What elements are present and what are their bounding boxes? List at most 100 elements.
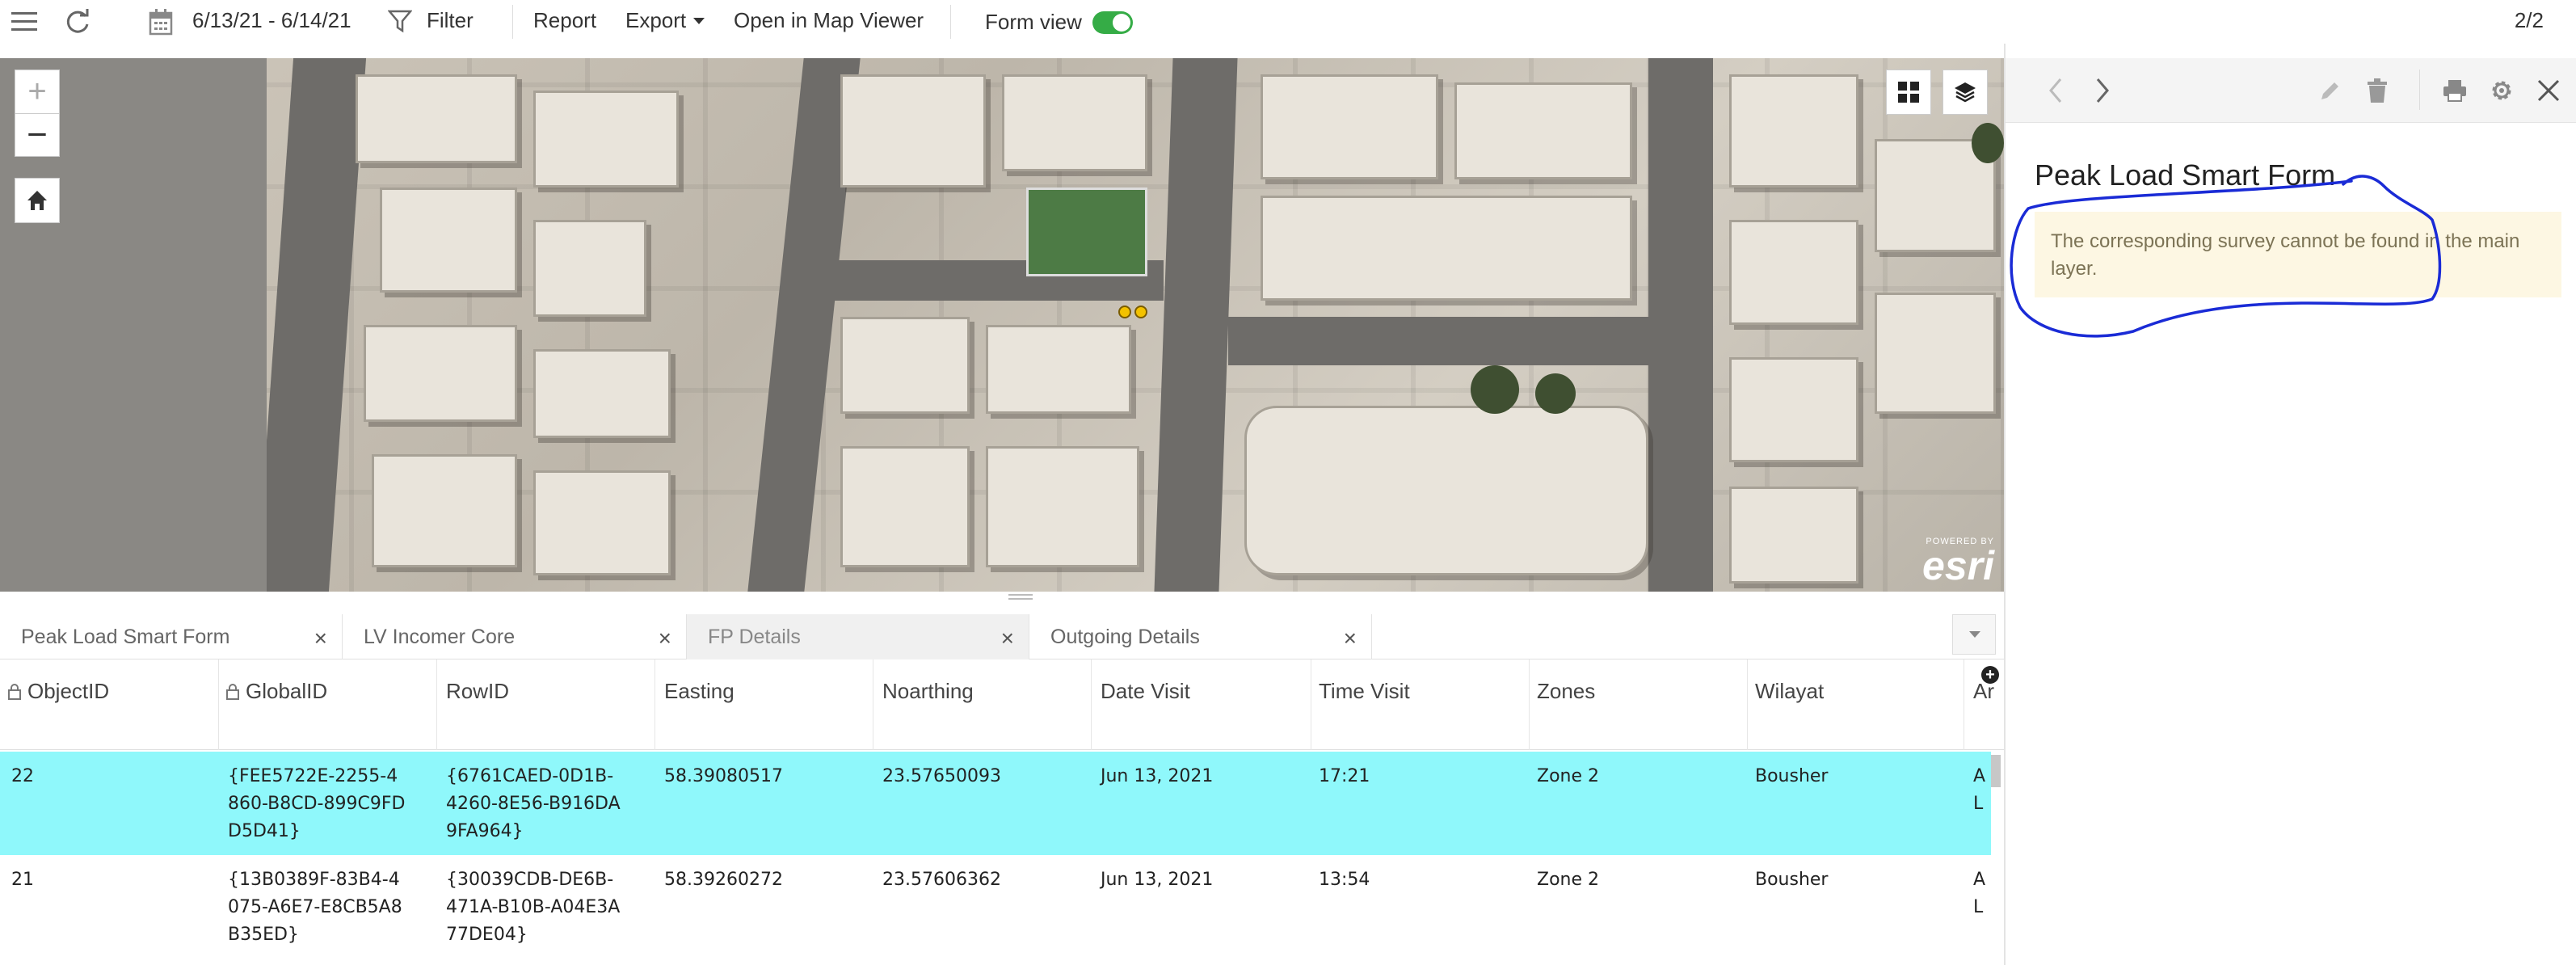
map-building bbox=[380, 188, 517, 293]
column-divider[interactable] bbox=[1747, 659, 1748, 750]
layer-list-button[interactable] bbox=[1943, 70, 1988, 115]
close-panel-button[interactable] bbox=[2532, 74, 2565, 107]
column-divider[interactable] bbox=[436, 659, 437, 750]
column-header-wilayat[interactable]: Wilayat bbox=[1755, 679, 1824, 704]
column-header-rowid[interactable]: RowID bbox=[446, 679, 509, 704]
refresh-icon[interactable] bbox=[65, 8, 90, 36]
print-icon bbox=[2443, 80, 2466, 102]
lock-icon bbox=[8, 683, 21, 700]
chevron-down-icon[interactable] bbox=[693, 18, 705, 24]
basemap-gallery-button[interactable] bbox=[1886, 70, 1931, 115]
table-scrollbar[interactable] bbox=[1991, 755, 2001, 787]
column-header-globalid[interactable]: GlobalID bbox=[226, 679, 327, 704]
close-icon[interactable]: × bbox=[659, 626, 671, 651]
close-icon bbox=[2537, 79, 2560, 102]
toolbar-divider bbox=[512, 5, 513, 39]
table-tabs: Peak Load Smart Form × LV Incomer Core ×… bbox=[0, 605, 2004, 659]
warning-message: The corresponding survey cannot be found… bbox=[2035, 212, 2561, 297]
home-button[interactable] bbox=[15, 178, 60, 223]
cell-wilayat: Bousher bbox=[1755, 870, 1829, 890]
column-header-label: Wilayat bbox=[1755, 679, 1825, 703]
cell-rowid: {30039CDB-DE6B-471A-B10B-A04E3A77DE04} bbox=[446, 870, 621, 945]
cell-noarthing: 23.57606362 bbox=[882, 870, 1001, 890]
tab-peak-load-smart-form[interactable]: Peak Load Smart Form × bbox=[0, 614, 343, 659]
cell-globalid: {13B0389F-83B4-4075-A6E7-E8CB5A8B35ED} bbox=[228, 870, 402, 945]
edit-button[interactable] bbox=[2314, 74, 2347, 107]
settings-button[interactable] bbox=[2486, 74, 2518, 107]
column-header-noarthing[interactable]: Noarthing bbox=[882, 679, 974, 704]
trash-icon bbox=[2368, 78, 2387, 103]
delete-button[interactable] bbox=[2361, 74, 2393, 107]
column-header-label: Date Visit bbox=[1101, 679, 1190, 703]
map-building bbox=[1261, 74, 1438, 179]
toolbar: 6/13/21 - 6/14/21 Filter Report Export O… bbox=[0, 0, 2576, 44]
previous-record-button[interactable] bbox=[2039, 74, 2072, 107]
cell-ar: AL bbox=[1973, 766, 1986, 814]
feature-marker[interactable] bbox=[1134, 306, 1147, 318]
splitter-handle[interactable] bbox=[1008, 592, 1033, 601]
map-tree bbox=[1471, 365, 1519, 414]
calendar-icon[interactable] bbox=[149, 8, 173, 36]
form-view-label: Form view bbox=[985, 10, 1082, 34]
open-in-map-viewer-button[interactable]: Open in Map Viewer bbox=[734, 8, 924, 33]
map-building bbox=[533, 470, 671, 575]
date-range[interactable]: 6/13/21 - 6/14/21 bbox=[192, 8, 351, 33]
map-building bbox=[1454, 82, 1632, 179]
form-view-toggle[interactable] bbox=[1092, 11, 1133, 34]
menu-icon[interactable] bbox=[11, 10, 37, 34]
feature-marker[interactable] bbox=[1118, 306, 1131, 318]
tabs-menu-dropdown[interactable] bbox=[1952, 614, 1996, 655]
filter-button[interactable]: Filter bbox=[427, 8, 474, 33]
map-tree bbox=[1535, 373, 1576, 414]
print-button[interactable] bbox=[2439, 74, 2471, 107]
column-header-easting[interactable]: Easting bbox=[664, 679, 734, 704]
cell-date-visit: Jun 13, 2021 bbox=[1101, 870, 1214, 890]
tab-label: LV Incomer Core bbox=[364, 625, 516, 648]
tab-label: Peak Load Smart Form bbox=[21, 625, 230, 648]
cell-time-visit: 13:54 bbox=[1319, 870, 1370, 890]
cell-objectid: 21 bbox=[11, 870, 34, 890]
map-building bbox=[986, 446, 1139, 567]
column-header-label: Time Visit bbox=[1319, 679, 1410, 703]
esri-attribution: POWERED BY esri bbox=[1922, 537, 1994, 588]
form-panel-toolbar bbox=[2006, 58, 2576, 123]
map-building bbox=[1261, 196, 1632, 301]
add-column-icon[interactable]: + bbox=[1981, 666, 1999, 684]
column-divider[interactable] bbox=[218, 659, 219, 750]
column-header-zones[interactable]: Zones bbox=[1537, 679, 1595, 704]
chevron-right-icon bbox=[2096, 78, 2109, 103]
esri-logo: esri bbox=[1922, 543, 1994, 588]
column-header-date-visit[interactable]: Date Visit bbox=[1101, 679, 1190, 704]
map-road bbox=[255, 58, 367, 592]
map-view[interactable]: + − POWERED BY esri bbox=[0, 58, 2004, 592]
export-button[interactable]: Export bbox=[625, 8, 686, 33]
filter-icon[interactable] bbox=[388, 9, 412, 33]
report-button[interactable]: Report bbox=[533, 8, 596, 33]
column-header-objectid[interactable]: ObjectID bbox=[8, 679, 109, 704]
map-building bbox=[533, 91, 679, 188]
column-header-time-visit[interactable]: Time Visit bbox=[1319, 679, 1410, 704]
lock-icon bbox=[226, 683, 239, 700]
layers-icon bbox=[1955, 82, 1976, 103]
cell-zones: Zone 2 bbox=[1537, 766, 1599, 786]
map-building bbox=[1729, 357, 1858, 462]
column-divider[interactable] bbox=[1529, 659, 1530, 750]
tab-outgoing-details[interactable]: Outgoing Details × bbox=[1029, 614, 1372, 659]
tab-fp-details[interactable]: FP Details × bbox=[687, 614, 1029, 659]
tab-lv-incomer-core[interactable]: LV Incomer Core × bbox=[343, 614, 687, 659]
zoom-out-button[interactable]: − bbox=[15, 113, 60, 157]
map-building bbox=[1002, 74, 1147, 171]
table-row[interactable]: 21 {13B0389F-83B4-4075-A6E7-E8CB5A8B35ED… bbox=[0, 855, 1991, 959]
column-header-label: Noarthing bbox=[882, 679, 974, 703]
close-icon[interactable]: × bbox=[1001, 626, 1014, 651]
cell-wilayat: Bousher bbox=[1755, 766, 1829, 786]
map-road bbox=[1228, 317, 1648, 365]
close-icon[interactable]: × bbox=[314, 626, 327, 651]
form-panel: Peak Load Smart Form The corresponding s… bbox=[2004, 44, 2576, 965]
home-icon bbox=[27, 191, 47, 210]
close-icon[interactable]: × bbox=[1344, 626, 1357, 651]
zoom-in-button[interactable]: + bbox=[15, 70, 60, 113]
column-divider[interactable] bbox=[1091, 659, 1092, 750]
table-row[interactable]: 22 {FEE5722E-2255-4860-B8CD-899C9FDD5D41… bbox=[0, 752, 1991, 855]
next-record-button[interactable] bbox=[2086, 74, 2119, 107]
